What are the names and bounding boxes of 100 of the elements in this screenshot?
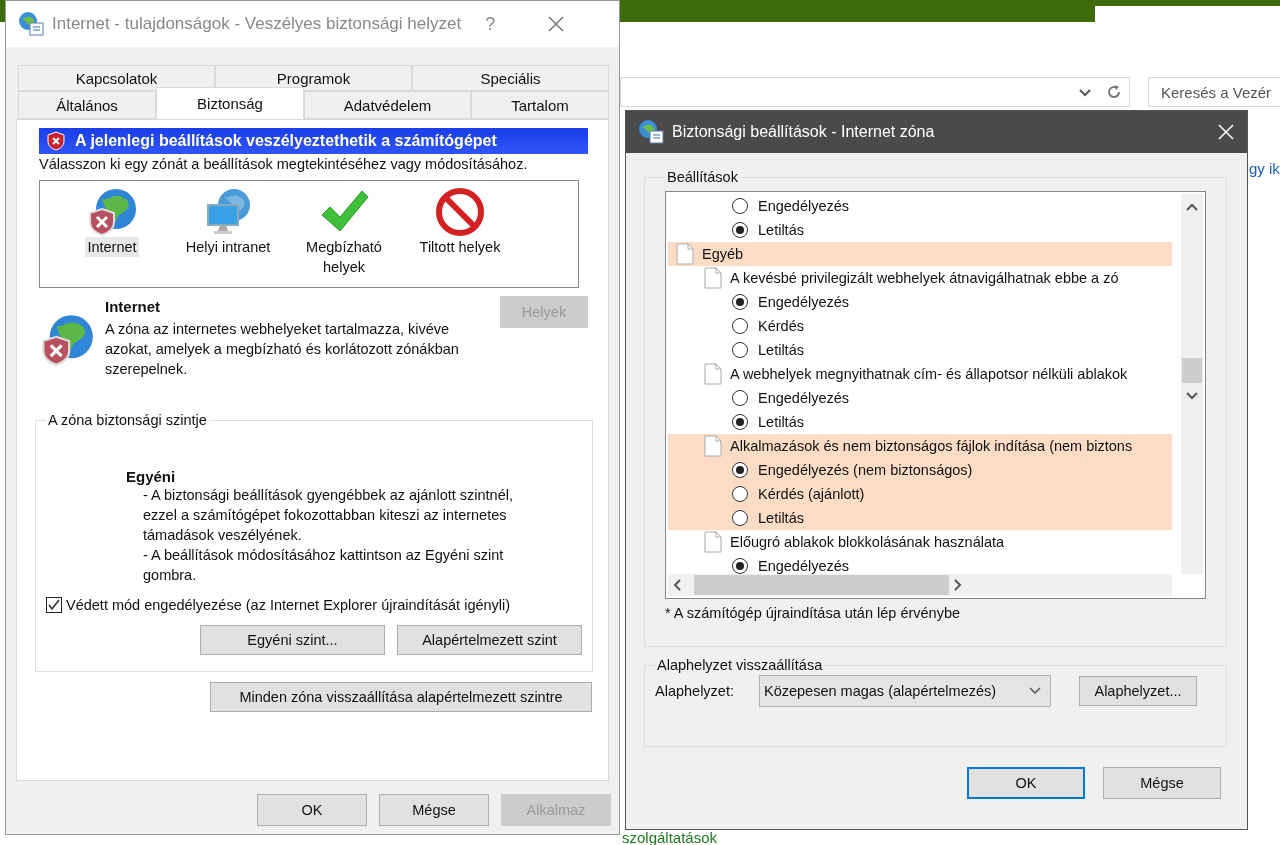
dialog-button[interactable]: OK [967,767,1085,799]
globe-shield-icon [39,312,95,368]
document-icon [704,363,722,385]
radio-button[interactable] [732,342,748,358]
option-label: Engedélyezés [758,198,850,214]
warning-text: A jelenlegi beállítások veszélyeztethetik a számítógépet [75,132,497,150]
option-label: Letiltás [758,342,804,358]
chevron-down-icon[interactable] [1078,88,1092,98]
tab[interactable]: Tartalom [471,91,609,119]
zone-button[interactable]: Internet [56,183,168,285]
zone-button[interactable]: Megbízható helyek [288,183,400,285]
option-label: Letiltás [758,510,804,526]
tab[interactable]: Speciális [412,65,609,91]
tab[interactable]: Adatvédelem [304,91,471,119]
zone-button[interactable]: Tiltott helyek [404,183,516,285]
document-icon [704,531,722,553]
list-row[interactable]: Előugró ablakok blokkolásának használata [668,530,1172,554]
link[interactable]: gy ik [1249,160,1280,177]
radio-button[interactable] [732,486,748,502]
chevron-down-icon [1028,686,1042,696]
dialog-button[interactable]: OK [257,794,367,826]
scroll-left-icon[interactable] [672,578,682,592]
level-button[interactable]: Egyéni szint... [200,625,385,655]
tab[interactable]: Kapcsolatok [18,65,215,91]
globe-shield-icon [86,187,138,237]
window-title: Internet - tulajdonságok - Veszélyes biztonsági helyzet [52,14,462,34]
option-label: Engedélyezés [758,390,850,406]
zone-description: A zóna az internetes webhelyeket tartalmazza, kivéve azokat, amelyek a megbízható és korlátozott zónákban szerepelnek. [105,320,460,379]
option-label: Kérdés [758,318,804,334]
radio-button[interactable] [732,222,748,238]
list-row[interactable]: Letiltás [668,410,1172,434]
close-icon[interactable] [547,15,566,33]
option-label: Letiltás [758,414,804,430]
list-row[interactable]: Kérdés (ajánlott) [668,482,1172,506]
radio-button[interactable] [732,462,748,478]
zone-button[interactable]: Helyi intranet [172,183,284,285]
dialog-button[interactable]: Mégse [379,794,489,826]
field-label: Alaphelyzet: [655,683,735,699]
scroll-right-icon[interactable] [953,578,963,592]
close-icon[interactable] [1217,123,1235,141]
level-description: gombra. [143,566,198,585]
reset-all-button[interactable]: Minden zóna visszaállítása alapértelmezett szintre [210,682,592,712]
radio-button[interactable] [732,198,748,214]
checkbox[interactable] [46,597,62,613]
tab[interactable]: Általános [18,91,156,119]
group-label: Beállítások [666,169,739,185]
level-description: - A biztonsági beállítások gyengébbek az ajánlott szintnél, [143,486,514,505]
list-row[interactable]: Alkalmazások és nem biztonságos fájlok indítása (nem biztons [668,434,1172,458]
instruction-text: Válasszon ki egy zónát a beállítások megtekintéséhez vagy módosításához. [39,156,529,172]
scroll-down-icon[interactable] [1185,391,1199,401]
list-row[interactable]: Kérdés [668,314,1172,338]
refresh-icon[interactable] [1105,83,1123,101]
tab[interactable]: Biztonság [156,87,304,119]
list-row[interactable]: A kevésbé privilegizált webhelyek átnavigálhatnak ebbe a zó [668,266,1172,290]
group-label: Alaphelyzet visszaállítása [656,657,824,673]
shield-x-icon [47,131,65,151]
option-label: Engedélyezés (nem biztonságos) [758,462,973,478]
zone-name: Internet [105,298,161,315]
scrollbar-thumb[interactable] [694,575,949,595]
radio-button[interactable] [732,294,748,310]
list-row[interactable]: Engedélyezés [668,386,1172,410]
globe-document-icon [18,11,44,37]
radio-button[interactable] [732,318,748,334]
document-icon [704,267,722,289]
option-label: Letiltás [758,222,804,238]
scroll-up-icon[interactable] [1185,202,1199,212]
list-row[interactable]: Engedélyezés [668,194,1172,218]
list-row[interactable]: Engedélyezés [668,290,1172,314]
no-entry-icon [434,187,486,237]
level-button[interactable]: Alapértelmezett szint [397,625,582,655]
option-label: Kérdés (ajánlott) [758,486,865,502]
window-title: Biztonsági beállítások - Internet zóna [672,123,935,141]
list-row[interactable]: A webhelyek megnyithatnak cím- és állapotsor nélküli ablakok [668,362,1172,386]
checkbox-label: Védett mód engedélyezése (az Internet Explorer újraindítását igényli) [66,597,511,613]
list-row[interactable]: Egyéb [668,242,1172,266]
tab[interactable]: Programok [215,65,412,91]
help-button[interactable]: ? [485,13,496,35]
setting-label: A kevésbé privilegizált webhelyek átnavigálhatnak ebbe a zó [730,270,1119,286]
radio-button[interactable] [732,390,748,406]
level-description: ezzel a számítógépet fokozottabban kiteszi az internetes [143,506,508,525]
level-description: támadások veszélyének. [143,526,303,545]
radio-button[interactable] [732,510,748,526]
list-row[interactable]: Engedélyezés (nem biztonságos) [668,458,1172,482]
level-description: - A beállítások módosításához kattintson az Egyéni szint [143,546,505,565]
setting-label: Előugró ablakok blokkolásának használata [730,534,1005,550]
level-dropdown[interactable]: Közepesen magas (alapértelmezés) [759,675,1051,707]
scrollbar-thumb[interactable] [1182,358,1202,383]
list-row[interactable]: Letiltás [668,506,1172,530]
group-label: A zóna biztonsági szintje [47,412,208,428]
radio-button[interactable] [732,414,748,430]
document-icon [676,243,694,265]
search-field[interactable]: Keresés a Vezér [1148,77,1280,107]
list-row[interactable]: Letiltás [668,338,1172,362]
level-name: Egyéni [126,468,177,485]
setting-label: A webhelyek megnyithatnak cím- és állapotsor nélküli ablakok [730,366,1128,382]
list-row[interactable]: Letiltás [668,218,1172,242]
reset-button[interactable]: Alaphelyzet... [1079,676,1197,706]
option-label: Engedélyezés [758,294,850,310]
radio-button[interactable] [732,558,748,574]
dialog-button[interactable]: Mégse [1103,767,1221,799]
